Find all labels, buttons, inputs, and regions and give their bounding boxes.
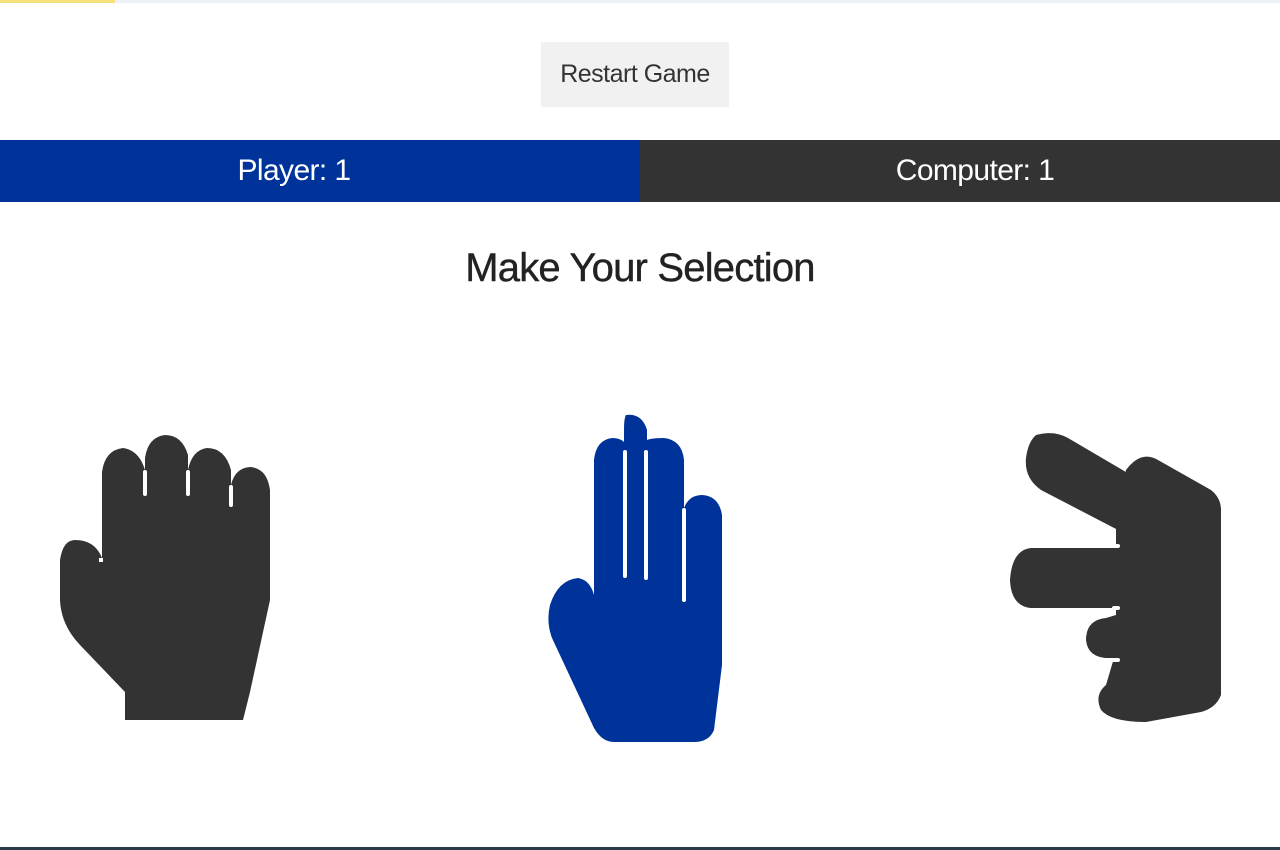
- page-title: Make Your Selection: [465, 246, 816, 290]
- rock-hand-icon: [60, 435, 270, 720]
- game-page: Restart Game Player: 1 Computer: 1 Make …: [0, 0, 1280, 850]
- paper-hand-icon: [548, 414, 722, 742]
- restart-game-button[interactable]: Restart Game: [541, 42, 729, 107]
- computer-score: Computer: 1: [640, 140, 1280, 202]
- player-score: Player: 1: [0, 140, 640, 202]
- rock-choice-button[interactable]: [55, 430, 275, 725]
- scissors-hand-icon: [1010, 433, 1221, 722]
- paper-choice-button[interactable]: [544, 410, 738, 745]
- top-accent-bar: [0, 0, 115, 3]
- scissors-choice-button[interactable]: [1006, 430, 1226, 725]
- scoreboard: Player: 1 Computer: 1: [0, 140, 1280, 202]
- top-border: [0, 0, 1280, 3]
